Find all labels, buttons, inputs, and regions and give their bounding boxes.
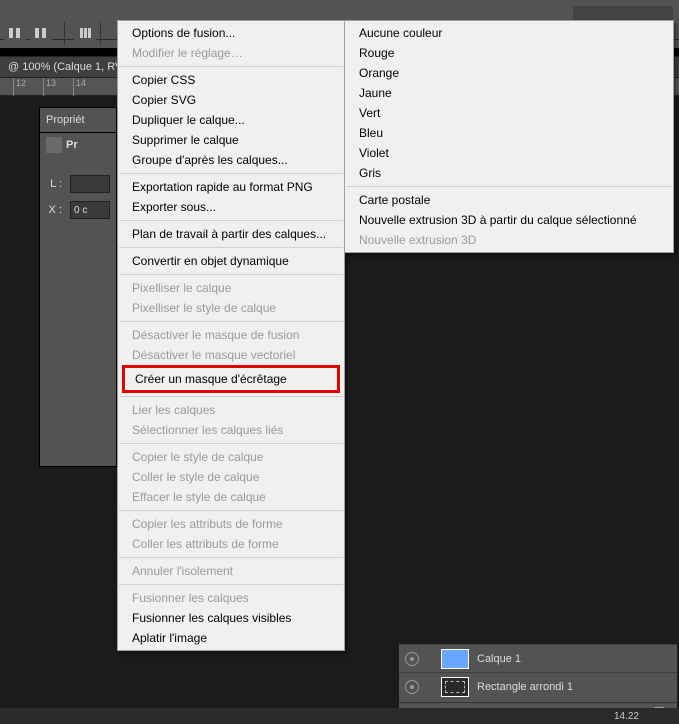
menu-separator [119,443,343,444]
align-icon-3[interactable] [74,22,96,44]
menu-item[interactable]: Copier SVG [118,90,344,110]
menu-item: Désactiver le masque de fusion [118,325,344,345]
menu-item[interactable]: Supprimer le calque [118,130,344,150]
menu-separator [119,396,343,397]
menu-item[interactable]: Plan de travail à partir des calques... [118,224,344,244]
menu-item: Annuler l'isolement [118,561,344,581]
menu-item: Nouvelle extrusion 3D [345,230,673,250]
menu-item[interactable]: Orange [345,63,673,83]
menu-separator [119,220,343,221]
layer-row[interactable]: Rectangle arrondi 1 [399,672,677,700]
properties-panel-title: Propriét [40,108,116,133]
menu-item: Pixelliser le style de calque [118,298,344,318]
menu-item[interactable]: Jaune [345,83,673,103]
menu-item: Coller les attributs de forme [118,534,344,554]
menu-separator [119,247,343,248]
menu-item[interactable]: Groupe d'après les calques... [118,150,344,170]
menu-item: Coller le style de calque [118,467,344,487]
ruler-tick: 14 [73,78,86,96]
toolbar-separator [64,22,65,44]
menu-item: Fusionner les calques [118,588,344,608]
X-label: X : [46,204,62,216]
menu-separator [346,186,672,187]
menu-separator [119,584,343,585]
L-label: L : [46,178,62,190]
menu-separator [119,66,343,67]
clock-partial: 14.22 [614,711,639,722]
layer-context-submenu: Aucune couleurRougeOrangeJauneVertBleuVi… [344,20,674,253]
menu-item[interactable]: Exporter sous... [118,197,344,217]
ruler-tick: 12 [13,78,26,96]
menu-separator [119,274,343,275]
layer-context-menu: Options de fusion...Modifier le réglage…… [117,20,345,651]
menu-item[interactable]: Rouge [345,43,673,63]
L-input[interactable] [70,175,110,193]
menu-item[interactable]: Violet [345,143,673,163]
properties-type-label: Pr [66,139,78,151]
ruler-tick: 13 [43,78,56,96]
menu-item: Lier les calques [118,400,344,420]
layer-row[interactable]: Calque 1 [399,644,677,672]
properties-panel: Propriét Pr L : X : [39,107,117,467]
layers-panel: Calque 1 Rectangle arrondi 1 [399,644,677,704]
menu-item[interactable]: Convertir en objet dynamique [118,251,344,271]
menu-item[interactable]: Bleu [345,123,673,143]
menu-separator [119,557,343,558]
visibility-eye-icon[interactable] [405,680,419,694]
menu-item[interactable]: Aucune couleur [345,23,673,43]
menu-item: Modifier le réglage… [118,43,344,63]
properties-L-row: L : [40,171,116,197]
X-input[interactable] [70,201,110,219]
menu-item[interactable]: Nouvelle extrusion 3D à partir du calque… [345,210,673,230]
menu-item[interactable]: Dupliquer le calque... [118,110,344,130]
menu-item: Pixelliser le calque [118,278,344,298]
menu-item[interactable]: Fusionner les calques visibles [118,608,344,628]
layer-name[interactable]: Rectangle arrondi 1 [477,681,573,693]
os-taskbar: 14.22 [0,708,679,724]
menu-item: Désactiver le masque vectoriel [118,345,344,365]
align-icon-2[interactable] [30,22,52,44]
properties-type-row: Pr [40,133,116,157]
menu-item-highlighted[interactable]: Créer un masque d'écrêtage [122,365,340,393]
menu-separator [119,321,343,322]
menu-item: Sélectionner les calques liés [118,420,344,440]
menu-item[interactable]: Options de fusion... [118,23,344,43]
menu-item[interactable]: Exportation rapide au format PNG [118,177,344,197]
menu-separator [119,510,343,511]
properties-X-row: X : [40,197,116,223]
menu-item: Copier le style de calque [118,447,344,467]
menu-separator [119,173,343,174]
menu-item[interactable]: Gris [345,163,673,183]
pixel-layer-icon [46,137,62,153]
toolbar-separator-2 [100,22,101,44]
menu-item[interactable]: Aplatir l'image [118,628,344,648]
menu-item[interactable]: Carte postale [345,190,673,210]
toolbar-layout-icons [4,22,52,44]
menu-item[interactable]: Copier CSS [118,70,344,90]
menu-item[interactable]: Vert [345,103,673,123]
layer-name[interactable]: Calque 1 [477,653,521,665]
menu-item: Copier les attributs de forme [118,514,344,534]
menu-item: Effacer le style de calque [118,487,344,507]
visibility-eye-icon[interactable] [405,652,419,666]
layer-thumbnail[interactable] [441,649,469,669]
layer-thumbnail[interactable] [441,677,469,697]
align-icon-1[interactable] [4,22,26,44]
